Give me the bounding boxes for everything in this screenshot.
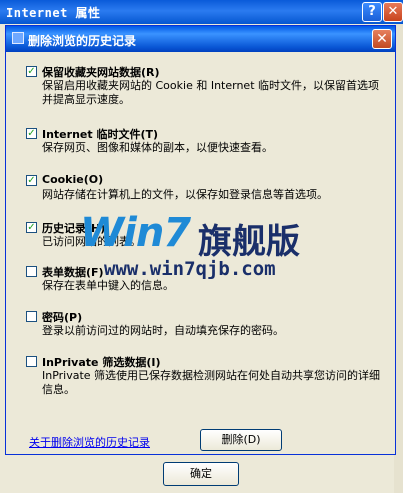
about-history-link[interactable]: 关于删除浏览的历史记录 [29, 434, 150, 450]
checkbox-cookies[interactable]: ✓ [26, 175, 37, 186]
parent-close-button[interactable]: ✕ [383, 2, 403, 22]
option-label: 保留收藏夹网站数据(R) [42, 66, 160, 79]
ok-button[interactable]: 确定 [163, 462, 239, 486]
option-description: 已访问网站的列表。 [42, 235, 141, 248]
dialog-app-icon [12, 32, 24, 44]
dialog-close-button[interactable]: ✕ [372, 29, 392, 49]
checkbox-form-data[interactable] [26, 266, 37, 277]
option-label: InPrivate 筛选数据(I) [42, 356, 161, 369]
help-button[interactable]: ? [362, 2, 382, 22]
option-description: 登录以前访问过的网站时，自动填充保存的密码。 [42, 324, 284, 337]
checkbox-inprivate[interactable] [26, 356, 37, 367]
option-label: Cookie(O) [42, 173, 104, 186]
option-description: 保存网页、图像和媒体的副本，以便快速查看。 [42, 141, 273, 154]
checkbox-preserve-favorites[interactable]: ✓ [26, 66, 37, 77]
delete-button[interactable]: 删除(D) [200, 429, 282, 451]
dialog-titlebar: 删除浏览的历史记录 ✕ [6, 26, 395, 52]
option-label: Internet 临时文件(T) [42, 128, 159, 141]
option-description: 网站存储在计算机上的文件，以保存如登录信息等首选项。 [42, 188, 328, 201]
option-description: InPrivate 筛选使用已保存数据检测网站在何处自动共享您访问的详细信息。 [42, 369, 381, 396]
option-label: 表单数据(F) [42, 266, 104, 279]
checkbox-passwords[interactable] [26, 311, 37, 322]
option-description: 保存在表单中键入的信息。 [42, 279, 174, 292]
option-description: 保留启用收藏夹网站的 Cookie 和 Internet 临时文件，以保留首选项… [42, 79, 379, 106]
option-label: 密码(P) [42, 311, 83, 324]
delete-history-dialog: 删除浏览的历史记录 ✕ ✓ 保留收藏夹网站数据(R) 保留启用收藏夹网站的 Co… [5, 25, 396, 455]
option-label: 历史记录(H) [42, 222, 106, 235]
checkbox-history[interactable]: ✓ [26, 222, 37, 233]
parent-titlebar: Internet 属性 ? ✕ [0, 0, 403, 24]
parent-window-title: Internet 属性 [6, 6, 101, 20]
checkbox-temp-files[interactable]: ✓ [26, 128, 37, 139]
dialog-title: 删除浏览的历史记录 [28, 34, 137, 48]
